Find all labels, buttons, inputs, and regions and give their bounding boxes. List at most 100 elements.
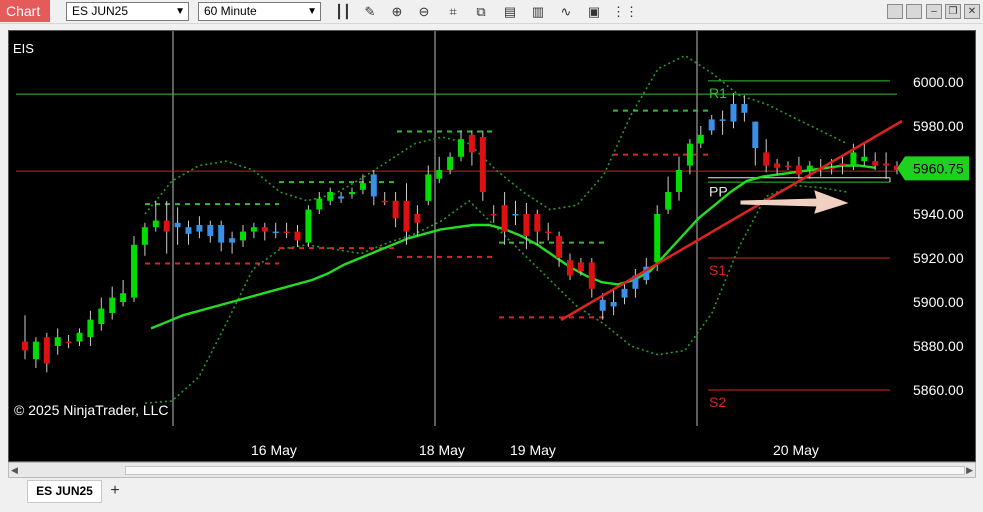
candle-body — [708, 119, 715, 131]
time-axis: 16 May 18 May 19 May 20 May — [251, 442, 819, 458]
candle-body — [163, 220, 170, 232]
price-tick-label: 5940.00 — [913, 206, 964, 222]
price-axis: 6000.005980.005960.005940.005920.005900.… — [897, 74, 969, 398]
candle-body — [152, 220, 159, 228]
candle-body — [774, 163, 781, 168]
instrument-icon[interactable]: ▤ — [500, 2, 520, 22]
zoom-in-icon[interactable]: ⊕ — [387, 2, 407, 22]
candle-body — [381, 200, 388, 203]
candle-body — [785, 165, 791, 168]
candle-body — [545, 231, 552, 234]
pencil-icon[interactable]: ✎ — [360, 2, 380, 22]
candle-body — [610, 302, 617, 307]
candle-body — [109, 297, 116, 313]
candle-body — [338, 196, 345, 199]
app-title[interactable]: Chart — [0, 0, 50, 22]
arrow-annotation — [740, 190, 849, 214]
candle-body — [665, 192, 672, 210]
candle-body — [599, 299, 606, 311]
candle-body — [523, 214, 530, 236]
horizontal-scrollbar[interactable]: ◀ ▶ — [8, 462, 976, 478]
chart-panel[interactable]: R1PPS1S2 6000.005980.005960.005940.00592… — [8, 30, 976, 462]
zoom-out-icon[interactable]: ⊖ — [414, 2, 434, 22]
tab-bar: ES JUN25 + — [0, 478, 983, 512]
candle-body — [697, 134, 704, 144]
candle-body — [512, 214, 519, 216]
candle-body — [556, 236, 563, 258]
price-chart[interactable]: R1PPS1S2 6000.005980.005960.005940.00592… — [9, 31, 975, 461]
candle-body — [795, 165, 802, 175]
candle-body — [54, 337, 61, 346]
close-icon[interactable]: ✕ — [964, 4, 980, 19]
candle-body — [534, 214, 541, 232]
candle-body — [577, 262, 584, 272]
candle-body — [207, 225, 214, 236]
candle-body — [65, 341, 72, 344]
candle-body — [174, 222, 181, 228]
time-tick-label: 16 May — [251, 442, 297, 458]
restore-icon[interactable] — [906, 4, 922, 19]
price-tick-label: 5880.00 — [913, 338, 964, 354]
chevron-down-icon: ▼ — [307, 6, 317, 17]
candle-body — [316, 198, 323, 210]
time-tick-label: 18 May — [419, 442, 465, 458]
candle-body — [414, 214, 421, 223]
sma-line — [150, 164, 876, 330]
bars-icon[interactable]: ┃┃ — [333, 2, 353, 22]
candle-body — [22, 341, 28, 351]
interval-selector[interactable]: 60 Minute ▼ — [198, 2, 321, 21]
maximize-icon[interactable]: – — [926, 4, 942, 19]
price-tick-label: 5900.00 — [913, 294, 964, 310]
candle-body — [741, 104, 748, 113]
candle-body — [392, 200, 399, 219]
candle-body — [349, 192, 355, 195]
candle-body — [872, 161, 879, 166]
strategies-icon[interactable]: ∿ — [556, 2, 576, 22]
scroll-thumb[interactable] — [125, 466, 965, 475]
candle-body — [240, 231, 246, 241]
candle-body — [359, 183, 366, 190]
candle-body — [479, 137, 486, 192]
candle-body — [588, 262, 595, 289]
scroll-right-icon[interactable]: ▶ — [966, 465, 973, 476]
add-tab-icon[interactable]: + — [105, 482, 125, 501]
crosshair-icon[interactable]: ⌗ — [443, 2, 463, 22]
candle-body — [654, 214, 661, 263]
candle-body — [32, 341, 39, 360]
candle-body — [468, 134, 475, 153]
last-price-label: 5960.75 — [913, 160, 964, 176]
grid-icon[interactable]: ⋮⋮ — [612, 2, 638, 22]
candle-body — [185, 227, 192, 234]
candle-body — [327, 192, 334, 201]
candle-body — [850, 152, 857, 166]
candle-body — [229, 238, 236, 243]
candle-body — [120, 293, 127, 302]
interval-value: 60 Minute — [204, 4, 257, 18]
candle-body — [294, 231, 301, 241]
candle-body — [131, 244, 137, 298]
minimize-icon[interactable] — [887, 4, 903, 19]
candle-body — [763, 152, 770, 166]
candle-body — [621, 288, 628, 298]
indicators-icon[interactable]: ▥ — [528, 2, 548, 22]
candle-body — [458, 139, 464, 157]
pivot-label-r1: R1 — [709, 85, 727, 101]
candle-body — [447, 156, 454, 170]
scroll-left-icon[interactable]: ◀ — [11, 465, 18, 476]
data-box-icon[interactable]: ⧉ — [471, 2, 491, 22]
tab-es-jun25[interactable]: ES JUN25 — [27, 480, 102, 503]
properties-icon[interactable]: ▣ — [584, 2, 604, 22]
candle-body — [305, 209, 312, 243]
candle-body — [719, 119, 726, 121]
restore-window-icon[interactable]: ❐ — [945, 4, 961, 19]
candle-body — [403, 200, 410, 232]
candle-body — [828, 167, 835, 170]
candle-body — [272, 231, 279, 234]
sma-line — [150, 164, 876, 330]
candle-body — [218, 225, 225, 243]
instrument-selector[interactable]: ES JUN25 ▼ — [66, 2, 189, 21]
pivot-label-s1: S1 — [709, 262, 726, 278]
candle-body — [883, 163, 890, 166]
copyright-text: © 2025 NinjaTrader, LLC — [14, 402, 169, 418]
pivot-label-s2: S2 — [709, 394, 726, 410]
